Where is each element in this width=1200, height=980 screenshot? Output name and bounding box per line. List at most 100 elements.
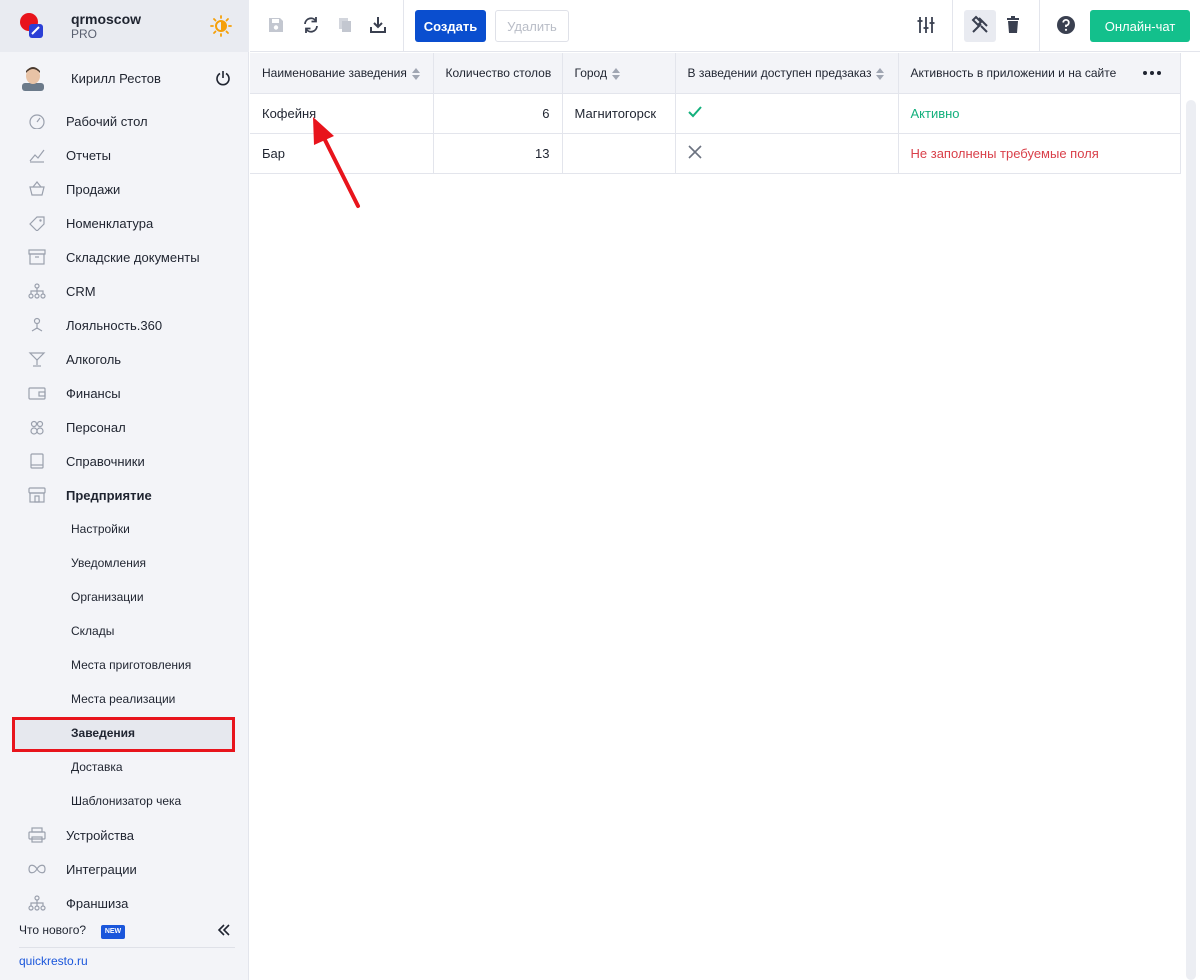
annotation-arrow-icon: [313, 117, 360, 208]
cell-preorder: [675, 133, 899, 174]
sun-icon[interactable]: [210, 15, 232, 37]
brand-header[interactable]: qrmoscow PRO: [0, 0, 249, 52]
column-title: Количество столов: [445, 65, 552, 80]
nav-label: Персонал: [66, 419, 126, 435]
tools-icon[interactable]: [970, 15, 990, 35]
copy-icon[interactable]: [335, 15, 355, 35]
column-title: Активность в приложении и на сайте: [910, 65, 1117, 80]
cell-tables: 13: [433, 133, 563, 174]
brand-name: qrmoscow: [71, 11, 142, 27]
nav-item-sales[interactable]: Продажи: [0, 172, 249, 206]
nav-item-staff[interactable]: Персонал: [0, 410, 249, 444]
sort-icon[interactable]: [876, 67, 885, 80]
sub-item-delivery[interactable]: Доставка: [0, 750, 249, 784]
toolbar-divider: [1039, 0, 1040, 52]
sub-label: Заведения: [71, 726, 136, 740]
nav-item-alcohol[interactable]: Алкоголь: [0, 342, 249, 376]
nav-item-warehouse-docs[interactable]: Складские документы: [0, 240, 249, 274]
nav-item-enterprise[interactable]: Предприятие: [0, 478, 249, 512]
loyalty-icon: [31, 317, 43, 332]
nav-label: Франшиза: [66, 895, 129, 911]
user-name: Кирилл Рестов: [71, 71, 161, 86]
sub-item-notifications[interactable]: Уведомления: [0, 546, 249, 580]
avatar: [22, 67, 44, 91]
column-header-activity[interactable]: Активность в приложении и на сайте: [898, 53, 1181, 94]
basket-icon: [29, 181, 45, 196]
scrollbar-thumb[interactable]: [1186, 100, 1196, 980]
download-icon[interactable]: [368, 15, 388, 35]
nav-label: Продажи: [66, 181, 121, 197]
sort-icon[interactable]: [611, 67, 620, 80]
sub-item-cooking-places[interactable]: Места приготовления: [0, 648, 249, 682]
cell-city: Магнитогорск: [562, 93, 676, 134]
nav-item-crm[interactable]: CRM: [0, 274, 249, 308]
power-icon[interactable]: [215, 70, 231, 86]
cell-preorder: [675, 93, 899, 134]
infinity-icon: [28, 864, 46, 874]
whats-new-link[interactable]: Что нового?: [19, 923, 86, 937]
sub-item-sale-places[interactable]: Места реализации: [0, 682, 249, 716]
nav-label: Лояльность.360: [66, 317, 163, 333]
column-title: В заведении доступен предзаказ: [687, 65, 872, 80]
nav-item-devices[interactable]: Устройства: [0, 818, 249, 852]
column-header-name[interactable]: Наименование заведения: [250, 53, 434, 94]
dashboard-icon: [29, 114, 45, 129]
help-icon[interactable]: [1056, 15, 1076, 35]
sub-label: Организации: [71, 590, 144, 604]
nav-item-loyalty[interactable]: Лояльность.360: [0, 308, 249, 342]
nav-label: Финансы: [66, 385, 121, 401]
sub-item-organizations[interactable]: Организации: [0, 580, 249, 614]
table-row[interactable]: Кофейня 6 Магнитогорск Активно: [250, 93, 1181, 134]
nav-item-finance[interactable]: Финансы: [0, 376, 249, 410]
sub-item-establishments[interactable]: Заведения: [0, 716, 249, 752]
online-chat-button[interactable]: Онлайн-чат: [1090, 10, 1190, 42]
nav-item-franchise[interactable]: Франшиза: [0, 886, 249, 920]
nav-label: Рабочий стол: [66, 113, 148, 129]
sub-label: Склады: [71, 624, 115, 638]
save-icon[interactable]: [266, 15, 286, 35]
user-profile[interactable]: Кирилл Рестов: [0, 60, 249, 96]
column-settings-icon[interactable]: [916, 15, 936, 35]
nav-item-nomenclature[interactable]: Номенклатура: [0, 206, 249, 240]
nav-label: Интеграции: [66, 861, 137, 877]
column-title: Наименование заведения: [262, 65, 407, 80]
nav-item-dashboard[interactable]: Рабочий стол: [0, 104, 249, 138]
site-link[interactable]: quickresto.ru: [19, 954, 88, 968]
printer-icon: [28, 827, 46, 843]
toolbar-divider: [403, 0, 404, 52]
sub-label: Уведомления: [71, 556, 147, 570]
sub-label: Настройки: [71, 522, 130, 536]
sidebar-divider: [19, 947, 235, 948]
tag-icon: [29, 216, 45, 231]
trash-icon[interactable]: [1003, 15, 1023, 35]
nav-item-reports[interactable]: Отчеты: [0, 138, 249, 172]
main-nav: Рабочий стол Отчеты Продажи Номенклатура…: [0, 104, 249, 920]
wallet-icon: [28, 387, 46, 400]
refresh-icon[interactable]: [301, 15, 321, 35]
sub-item-receipt-template[interactable]: Шаблонизатор чека: [0, 784, 249, 818]
column-header-tables[interactable]: Количество столов: [433, 53, 563, 94]
nav-label: CRM: [66, 283, 96, 299]
sub-item-warehouses[interactable]: Склады: [0, 614, 249, 648]
cell-city: [562, 133, 676, 174]
nav-item-integrations[interactable]: Интеграции: [0, 852, 249, 886]
sort-icon[interactable]: [411, 67, 420, 80]
sub-label: Доставка: [71, 760, 123, 774]
nav-label: Предприятие: [66, 487, 152, 503]
nav-label: Устройства: [66, 827, 135, 843]
archive-icon: [28, 249, 46, 265]
collapse-sidebar-icon[interactable]: [217, 923, 231, 937]
column-header-city[interactable]: Город: [562, 53, 676, 94]
toolbar: Создать Удалить Онлайн-чат: [250, 0, 1200, 52]
sidebar: qrmoscow PRO Кирилл Рестов Рабочий стол …: [0, 0, 249, 980]
table-row[interactable]: Бар 13 Не заполнены требуемые поля: [250, 133, 1181, 174]
toolbar-divider: [952, 0, 953, 52]
cocktail-icon: [28, 352, 46, 367]
sub-item-settings[interactable]: Настройки: [0, 512, 249, 546]
sub-label: Шаблонизатор чека: [71, 794, 182, 808]
delete-button[interactable]: Удалить: [495, 10, 569, 42]
create-button[interactable]: Создать: [415, 10, 486, 42]
nav-item-directories[interactable]: Справочники: [0, 444, 249, 478]
more-icon[interactable]: [1142, 67, 1162, 79]
column-header-preorder[interactable]: В заведении доступен предзаказ: [675, 53, 899, 94]
